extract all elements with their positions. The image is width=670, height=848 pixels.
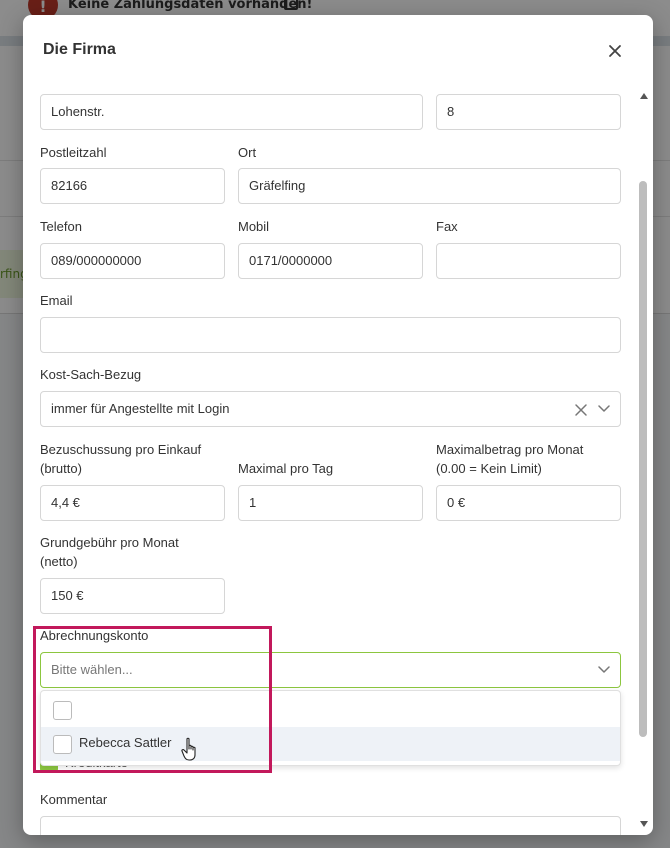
max-month-label: Maximalbetrag pro Monat (0.00 = Kein Lim… — [436, 440, 583, 478]
scroll-up-arrow-icon[interactable] — [640, 93, 648, 99]
base-fee-label: Grundgebühr pro Monat (netto) — [40, 533, 179, 571]
close-button[interactable] — [605, 41, 625, 61]
postal-code-label: Postleitzahl — [40, 145, 107, 160]
fax-label: Fax — [436, 219, 458, 234]
clear-icon[interactable] — [574, 403, 588, 417]
mobile-label: Mobil — [238, 219, 270, 234]
hand-cursor-icon — [181, 737, 196, 761]
scroll-down-arrow-icon[interactable] — [640, 821, 648, 827]
subsidy-label: Bezuschussung pro Einkauf (brutto) — [40, 440, 201, 478]
phone-label: Telefon — [40, 219, 82, 234]
max-day-input[interactable]: 1 — [238, 485, 423, 521]
scrollbar-thumb[interactable] — [639, 181, 647, 737]
max-day-label: Maximal pro Tag — [238, 461, 334, 476]
max-month-label-line2: (0.00 = Kein Limit) — [436, 461, 542, 476]
subsidy-input[interactable]: 4,4 € — [40, 485, 225, 521]
house-number-input[interactable]: 8 — [436, 94, 621, 130]
close-icon — [609, 45, 621, 57]
email-input[interactable] — [40, 317, 621, 353]
city-label: Ort — [238, 145, 257, 160]
base-fee-label-line2: (netto) — [40, 554, 78, 569]
max-month-input[interactable]: 0 € — [436, 485, 621, 521]
subsidy-label-line2: (brutto) — [40, 461, 82, 476]
postal-code-input[interactable]: 82166 — [40, 168, 225, 204]
highlight-annotation-box — [33, 626, 272, 773]
cost-select[interactable]: immer für Angestellte mit Login — [40, 391, 621, 427]
chevron-down-icon[interactable] — [598, 405, 610, 413]
mobile-input[interactable]: 0171/0000000 — [238, 243, 423, 279]
subsidy-label-line1: Bezuschussung pro Einkauf — [40, 442, 202, 457]
comment-label: Kommentar — [40, 792, 108, 807]
base-fee-label-line1: Grundgebühr pro Monat — [40, 535, 179, 550]
phone-input[interactable]: 089/000000000 — [40, 243, 225, 279]
cost-label: Kost-Sach-Bezug — [40, 367, 142, 382]
modal-title: Die Firma — [43, 41, 116, 58]
comment-textarea[interactable] — [40, 816, 621, 835]
fax-input[interactable] — [436, 243, 621, 279]
cost-select-value: immer für Angestellte mit Login — [51, 401, 230, 416]
city-input[interactable]: Gräfelfing — [238, 168, 621, 204]
street-input[interactable]: Lohenstr. — [40, 94, 423, 130]
base-fee-input[interactable]: 150 € — [40, 578, 225, 614]
scrollbar[interactable] — [637, 91, 649, 835]
chevron-down-icon[interactable] — [598, 666, 610, 674]
email-label: Email — [40, 293, 73, 308]
max-month-label-line1: Maximalbetrag pro Monat — [436, 442, 584, 457]
